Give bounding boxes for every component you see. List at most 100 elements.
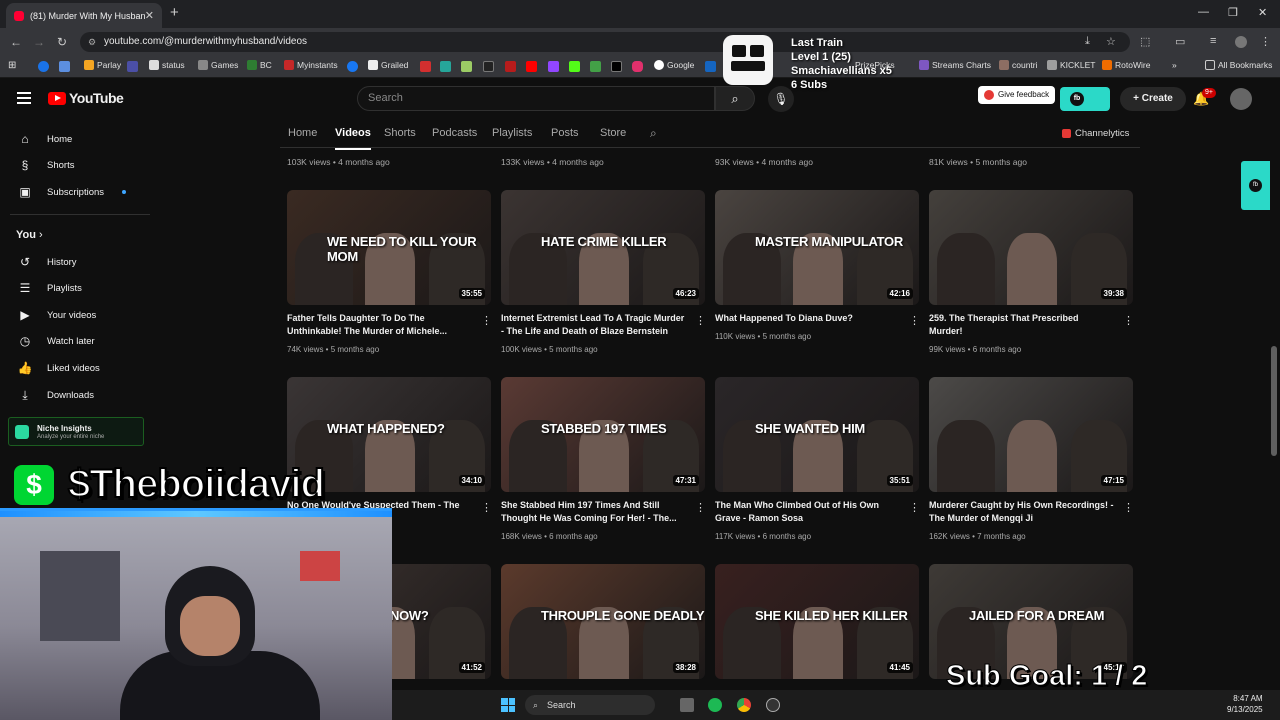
tab-close-icon[interactable]: ✕ bbox=[145, 9, 154, 22]
video-title[interactable]: The Man Who Climbed Out of His Own Grave… bbox=[715, 499, 900, 525]
sidepanel-icon[interactable]: ▭ bbox=[1175, 35, 1185, 48]
youtube-bookmark-icon[interactable] bbox=[526, 61, 537, 72]
tab-videos[interactable]: Videos bbox=[335, 127, 371, 150]
apps-grid-icon[interactable]: ⊞ bbox=[8, 60, 16, 71]
bookmark-star-icon[interactable]: ☆ bbox=[1106, 35, 1116, 48]
video-thumbnail[interactable]: 47:15 bbox=[929, 377, 1133, 492]
tab-podcasts[interactable]: Podcasts bbox=[432, 127, 477, 139]
new-tab-button[interactable]: + bbox=[170, 4, 179, 21]
sidebar-item-shorts[interactable]: § Shorts bbox=[8, 152, 152, 178]
video-menu-icon[interactable]: ⋮ bbox=[481, 501, 492, 514]
video-menu-icon[interactable]: ⋮ bbox=[481, 314, 492, 327]
bookmark-icon[interactable] bbox=[505, 61, 516, 72]
bookmark-google[interactable]: Google bbox=[654, 60, 694, 70]
windows-start-icon[interactable] bbox=[501, 698, 515, 712]
extension-button[interactable] bbox=[1060, 87, 1110, 111]
window-close-button[interactable]: ✕ bbox=[1258, 6, 1267, 19]
video-menu-icon[interactable]: ⋮ bbox=[909, 314, 920, 327]
bookmark-icon[interactable] bbox=[38, 61, 49, 72]
sidebar-item-liked-videos[interactable]: 👍 Liked videos bbox=[8, 355, 152, 381]
channelytics-button[interactable]: Channelytics bbox=[1062, 128, 1129, 139]
maximize-button[interactable]: ❐ bbox=[1228, 6, 1238, 19]
reload-icon[interactable]: ↻ bbox=[57, 35, 67, 49]
bookmark-games[interactable]: Games bbox=[198, 60, 238, 70]
bookmark-grailed[interactable]: Grailed bbox=[368, 60, 408, 70]
video-menu-icon[interactable]: ⋮ bbox=[1123, 501, 1134, 514]
media-icon[interactable]: ≡ bbox=[1210, 35, 1216, 47]
system-clock[interactable]: 8:47 AM 9/13/2025 bbox=[1227, 693, 1263, 715]
video-thumbnail[interactable]: HATE CRIME KILLER 46:23 bbox=[501, 190, 705, 305]
profile-avatar[interactable] bbox=[1235, 36, 1247, 48]
spotify-icon[interactable] bbox=[708, 698, 722, 712]
video-thumbnail[interactable]: SHE WANTED HIM 35:51 bbox=[715, 377, 919, 492]
bookmark-icon[interactable] bbox=[127, 61, 138, 72]
video-title[interactable]: Father Tells Daughter To Do The Unthinka… bbox=[287, 312, 472, 338]
extension-side-tab[interactable] bbox=[1241, 161, 1270, 210]
app-icon[interactable] bbox=[766, 698, 780, 712]
video-thumbnail[interactable]: 39:38 bbox=[929, 190, 1133, 305]
bookmark-countri[interactable]: countri bbox=[999, 60, 1038, 70]
sidebar-item-history[interactable]: ↺ History bbox=[8, 249, 152, 275]
niche-insights-card[interactable]: Niche Insights Analyze your entire niche bbox=[8, 417, 144, 446]
create-button[interactable]: + Create bbox=[1120, 87, 1186, 111]
give-feedback-button[interactable]: Give feedback bbox=[978, 86, 1056, 104]
bookmark-icon[interactable] bbox=[440, 61, 451, 72]
tab-posts[interactable]: Posts bbox=[551, 127, 579, 139]
video-menu-icon[interactable]: ⋮ bbox=[1123, 314, 1134, 327]
facebook-icon[interactable] bbox=[347, 61, 358, 72]
tab-store[interactable]: Store bbox=[600, 127, 626, 139]
bookmark-icon[interactable] bbox=[420, 61, 431, 72]
sidebar-item-playlists[interactable]: ☰ Playlists bbox=[8, 275, 152, 301]
task-view-icon[interactable] bbox=[680, 698, 694, 712]
kick-icon[interactable] bbox=[569, 61, 580, 72]
video-title[interactable]: Murderer Caught by His Own Recordings! -… bbox=[929, 499, 1114, 525]
bookmark-kicklet[interactable]: KICKLET bbox=[1047, 60, 1095, 70]
video-thumbnail[interactable]: SHE KILLED HER KILLER 41:45 bbox=[715, 564, 919, 679]
tab-home[interactable]: Home bbox=[288, 127, 317, 139]
sidebar-item-your-videos[interactable]: ▶ Your videos bbox=[8, 302, 152, 328]
bookmark-icon[interactable] bbox=[705, 61, 716, 72]
tab-playlists[interactable]: Playlists bbox=[492, 127, 532, 139]
bookmark-rotowire[interactable]: RotoWire bbox=[1102, 60, 1150, 70]
x-icon[interactable] bbox=[611, 61, 622, 72]
bookmark-icon[interactable] bbox=[59, 61, 70, 72]
sidebar-item-home[interactable]: ⌂ Home bbox=[8, 126, 152, 152]
video-title[interactable]: Internet Extremist Lead To A Tragic Murd… bbox=[501, 312, 686, 338]
account-avatar[interactable] bbox=[1230, 88, 1252, 110]
video-title[interactable]: 259. The Therapist That Prescribed Murde… bbox=[929, 312, 1114, 338]
taskbar-search[interactable]: Search bbox=[525, 695, 655, 715]
bookmark-streams-charts[interactable]: Streams Charts bbox=[919, 60, 991, 70]
install-icon[interactable]: ⤓ bbox=[1085, 35, 1090, 48]
search-button[interactable]: ⌕ bbox=[715, 86, 755, 111]
menu-kebab-icon[interactable]: ⋮ bbox=[1260, 35, 1271, 48]
bookmarks-overflow-icon[interactable]: » bbox=[1172, 60, 1177, 70]
video-thumbnail[interactable]: WE NEED TO KILL YOUR MOM 35:55 bbox=[287, 190, 491, 305]
bookmark-icon[interactable] bbox=[483, 61, 494, 72]
youtube-logo[interactable]: YouTube bbox=[48, 90, 124, 106]
site-info-icon[interactable]: ⚙ bbox=[88, 32, 96, 52]
all-bookmarks-folder[interactable]: All Bookmarks bbox=[1205, 60, 1272, 70]
scrollbar-thumb[interactable] bbox=[1271, 346, 1277, 456]
video-thumbnail[interactable]: MASTER MANIPULATOR 42:16 bbox=[715, 190, 919, 305]
twitch-icon[interactable] bbox=[548, 61, 559, 72]
bookmark-icon[interactable] bbox=[461, 61, 472, 72]
video-menu-icon[interactable]: ⋮ bbox=[695, 314, 706, 327]
video-menu-icon[interactable]: ⋮ bbox=[909, 501, 920, 514]
minimize-button[interactable]: — bbox=[1198, 6, 1209, 18]
bookmark-icon[interactable] bbox=[590, 61, 601, 72]
video-thumbnail[interactable]: THROUPLE GONE DEADLY 38:28 bbox=[501, 564, 705, 679]
channel-search-icon[interactable]: ⌕ bbox=[650, 126, 657, 141]
hamburger-menu-icon[interactable] bbox=[17, 92, 31, 104]
browser-tab[interactable]: (81) Murder With My Husband ✕ bbox=[6, 3, 162, 28]
instagram-icon[interactable] bbox=[632, 61, 643, 72]
extensions-icon[interactable]: ⬚ bbox=[1140, 35, 1150, 48]
bookmark-status[interactable]: status bbox=[149, 60, 185, 70]
sidebar-item-downloads[interactable]: ⤓ Downloads bbox=[8, 382, 152, 408]
video-title[interactable]: She Stabbed Him 197 Times And Still Thou… bbox=[501, 499, 686, 525]
video-menu-icon[interactable]: ⋮ bbox=[695, 501, 706, 514]
tab-shorts[interactable]: Shorts bbox=[384, 127, 416, 139]
forward-icon[interactable]: → bbox=[33, 35, 45, 49]
video-thumbnail[interactable]: STABBED 197 TIMES 47:31 bbox=[501, 377, 705, 492]
sidebar-you-heading[interactable]: You › bbox=[16, 229, 43, 241]
sidebar-item-subscriptions[interactable]: ▣ Subscriptions bbox=[8, 179, 152, 205]
